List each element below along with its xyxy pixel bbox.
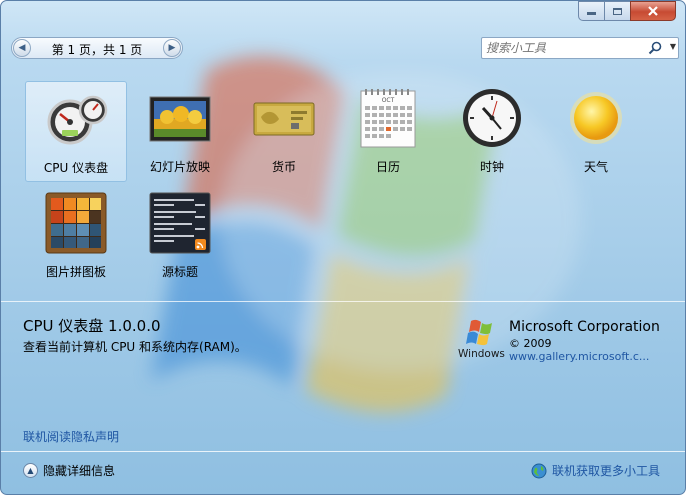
gadget-label: CPU 仪表盘 bbox=[43, 161, 109, 175]
page-navigator: ◀ 第 1 页，共 1 页 ▶ bbox=[11, 37, 183, 59]
title-bar bbox=[1, 1, 685, 29]
minimize-icon bbox=[587, 12, 596, 15]
clock-icon bbox=[463, 89, 521, 147]
search-icon[interactable] bbox=[648, 41, 662, 55]
gadget-label: 时钟 bbox=[479, 160, 504, 174]
gadget-cpu-meter[interactable]: CPU 仪表盘 bbox=[25, 81, 127, 182]
privacy-link[interactable]: 联机阅读隐私声明 bbox=[23, 428, 119, 445]
get-more-gadgets-label: 联机获取更多小工具 bbox=[551, 464, 660, 478]
gadget-label: 日历 bbox=[375, 160, 400, 174]
details-description: 查看当前计算机 CPU 和系统内存(RAM)。 bbox=[23, 340, 247, 354]
gadget-slideshow[interactable]: 幻灯片放映 bbox=[129, 81, 231, 182]
gadget-calendar[interactable]: OCT 日历 bbox=[337, 81, 439, 182]
details-divider bbox=[1, 301, 685, 302]
gadget-label: 幻灯片放映 bbox=[149, 160, 210, 174]
globe-icon bbox=[531, 463, 547, 478]
minimize-button[interactable] bbox=[578, 1, 605, 21]
copyright: © 2009 bbox=[509, 337, 552, 350]
publisher-name: Microsoft Corporation bbox=[509, 319, 660, 335]
gadget-label: 源标题 bbox=[161, 265, 198, 279]
windows-wordmark: Windows bbox=[458, 348, 505, 360]
slideshow-icon bbox=[149, 96, 211, 142]
hide-details-label: 隐藏详细信息 bbox=[43, 464, 116, 478]
gadget-picture-puzzle[interactable]: 图片拼图板 bbox=[25, 186, 127, 287]
windows-logo-icon: Windows bbox=[458, 319, 505, 360]
hide-details-button[interactable]: ▲ 隐藏详细信息 bbox=[23, 462, 115, 479]
details-title: CPU 仪表盘 1.0.0.0 bbox=[23, 317, 161, 335]
chevron-left-icon: ◀ bbox=[18, 43, 26, 53]
maximize-button[interactable] bbox=[604, 1, 631, 21]
cpu-meter-icon bbox=[47, 95, 108, 145]
close-button[interactable] bbox=[630, 1, 676, 21]
gadget-feed-headlines[interactable]: 源标题 bbox=[129, 186, 231, 287]
currency-icon bbox=[253, 102, 315, 136]
gadget-gallery-window: ◀ 第 1 页，共 1 页 ▶ ▼ CPU 仪表盘 bbox=[0, 0, 686, 495]
publisher-link[interactable]: www.gallery.microsoft.c... bbox=[509, 350, 649, 363]
gadget-weather[interactable]: 天气 bbox=[545, 81, 647, 182]
search-input[interactable] bbox=[486, 40, 646, 56]
gadget-clock[interactable]: 时钟 bbox=[441, 81, 543, 182]
search-dropdown-icon[interactable]: ▼ bbox=[670, 42, 676, 51]
calendar-month: OCT bbox=[382, 97, 395, 104]
gadget-currency[interactable]: 货币 bbox=[233, 81, 335, 182]
previous-page-button[interactable]: ◀ bbox=[13, 39, 31, 57]
chevron-right-icon: ▶ bbox=[168, 43, 176, 53]
close-icon bbox=[648, 6, 658, 16]
maximize-icon bbox=[613, 7, 622, 15]
get-more-gadgets-link[interactable]: 联机获取更多小工具 bbox=[531, 462, 660, 479]
bottom-bar: ▲ 隐藏详细信息 联机获取更多小工具 bbox=[1, 451, 685, 494]
chevron-up-icon: ▲ bbox=[23, 463, 38, 478]
page-indicator: 第 1 页，共 1 页 bbox=[51, 43, 143, 57]
toolbar: ◀ 第 1 页，共 1 页 ▶ ▼ bbox=[11, 37, 679, 59]
feed-headlines-icon bbox=[149, 192, 211, 254]
weather-icon bbox=[570, 92, 622, 144]
gadget-label: 图片拼图板 bbox=[45, 265, 106, 279]
search-box: ▼ bbox=[481, 37, 679, 59]
picture-puzzle-icon bbox=[45, 192, 107, 254]
calendar-icon: OCT bbox=[360, 89, 416, 148]
gadget-label: 天气 bbox=[583, 160, 608, 174]
gadget-label: 货币 bbox=[271, 160, 296, 174]
details-pane: CPU 仪表盘 1.0.0.0 查看当前计算机 CPU 和系统内存(RAM)。 bbox=[23, 317, 247, 355]
next-page-button[interactable]: ▶ bbox=[163, 39, 181, 57]
